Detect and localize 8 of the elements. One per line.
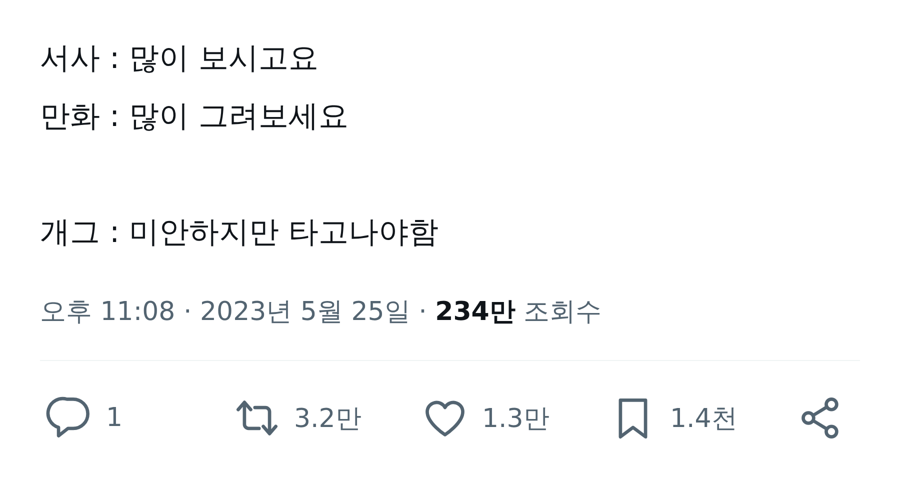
- action-count: 1.4천: [670, 402, 738, 436]
- tweet-text: 개그 : 미안하지만 타고나야함: [40, 214, 440, 252]
- action-count: 1.3만: [482, 402, 550, 436]
- tweet-metadata: 오후 11:08 · 2023년 5월 25일 · 234만 조회수: [40, 296, 603, 329]
- action-count: 3.2만: [294, 402, 362, 436]
- tweet-text: 서사 : 많이 보시고요: [40, 40, 320, 78]
- tweet-text: 만화 : 많이 그려보세요: [40, 98, 350, 136]
- action-count: 1: [106, 403, 123, 433]
